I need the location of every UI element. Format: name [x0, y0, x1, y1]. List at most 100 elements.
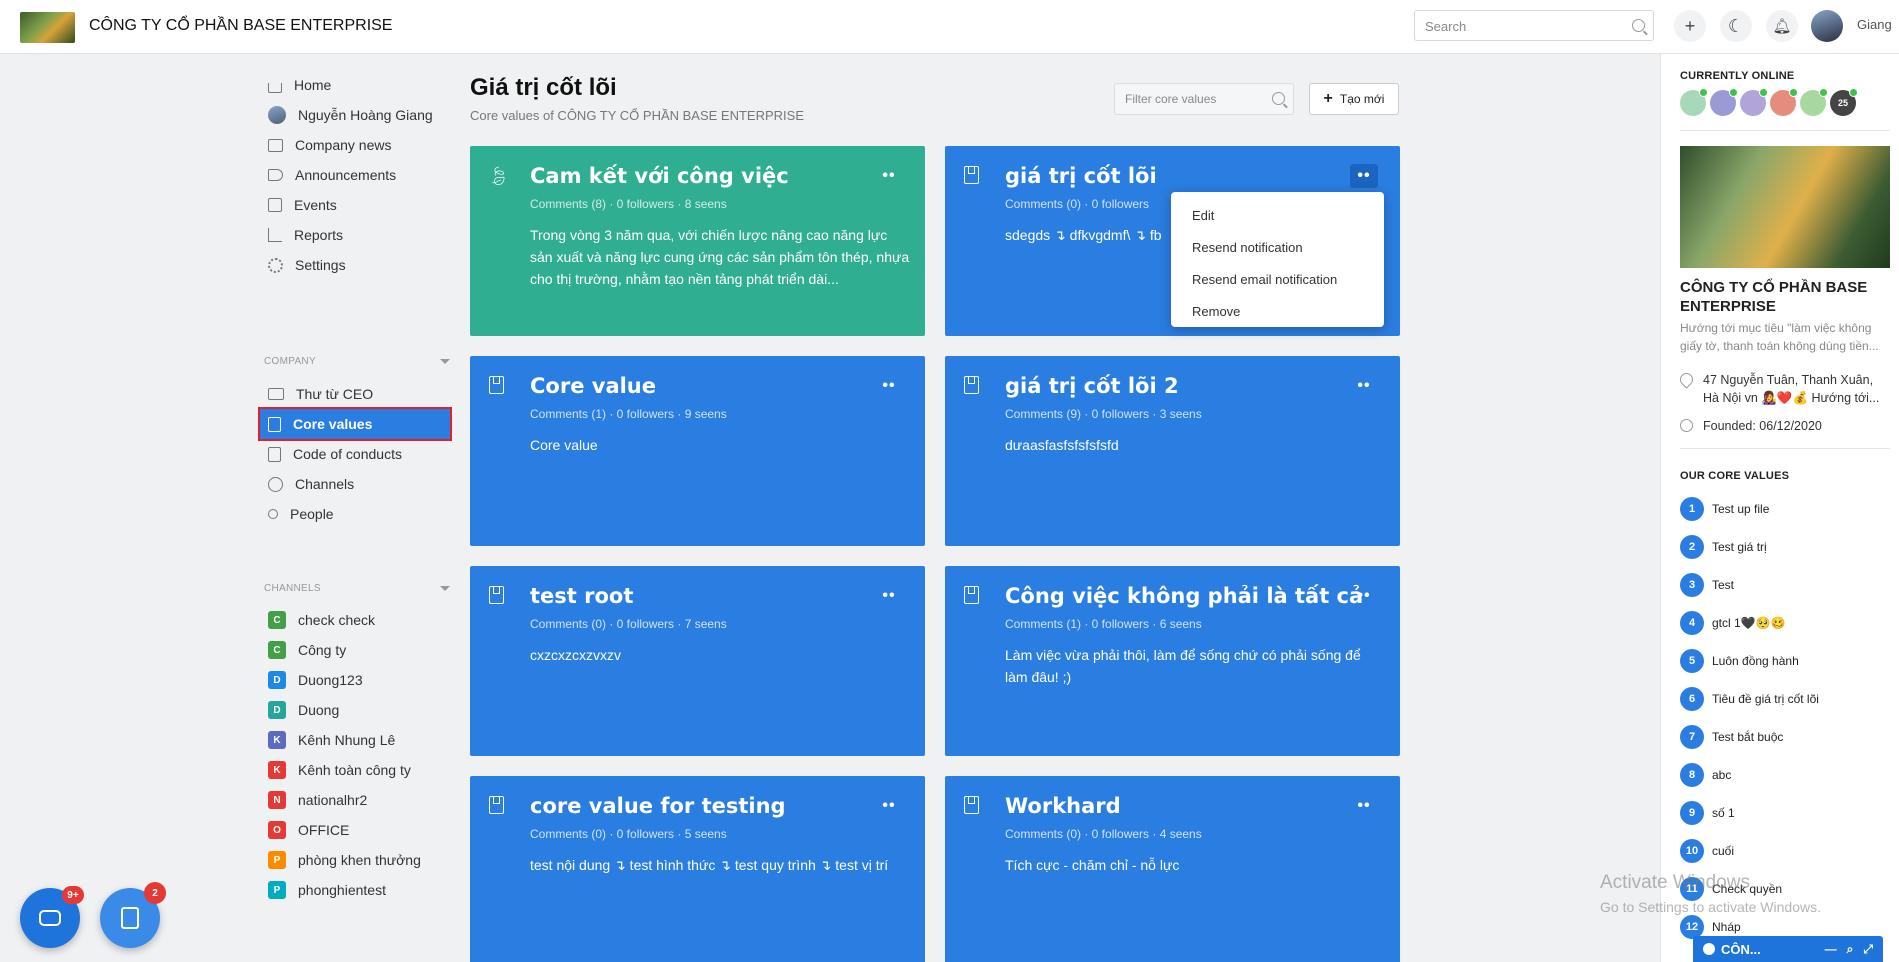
nav-reports[interactable]: Reports [260, 220, 450, 250]
company-title[interactable]: CÔNG TY CỔ PHẦN BASE ENTERPRISE [89, 17, 392, 35]
core-value-item[interactable]: 1 Test up file [1680, 497, 1769, 521]
channel-item[interactable]: Pphòng khen thưởng [260, 845, 450, 875]
channel-item[interactable]: Nnationalhr2 [260, 785, 450, 815]
megaphone-icon [268, 169, 283, 181]
search-icon[interactable]: ⌕ [1847, 942, 1854, 957]
more-options-icon[interactable]: •• [1350, 374, 1378, 398]
nav-channels[interactable]: Channels [260, 469, 450, 499]
nav-core-values[interactable]: Core values [258, 407, 452, 441]
card-meta: Comments (9) · 0 followers · 3 seens [1005, 407, 1202, 421]
more-options-icon[interactable]: •• [1350, 164, 1378, 188]
nav-settings[interactable]: Settings [260, 250, 450, 280]
more-options-icon[interactable]: •• [875, 584, 903, 608]
menu-item-resend-email[interactable]: Resend email notification [1171, 264, 1384, 296]
core-value-card[interactable]: Workhard Comments (0) · 0 followers · 4 … [945, 776, 1400, 962]
online-user-avatar[interactable] [1770, 88, 1798, 116]
core-value-item[interactable]: 10 cuối [1680, 839, 1734, 863]
channel-badge: P [268, 881, 286, 899]
channel-item[interactable]: O OFFICE [260, 815, 450, 845]
moon-icon[interactable]: ☾ [1720, 10, 1752, 42]
more-options-icon[interactable]: •• [1350, 584, 1378, 608]
nav-company-news[interactable]: Company news [260, 130, 450, 160]
channel-item[interactable]: Ccheck check [260, 605, 450, 635]
card-title[interactable]: core value for testing [530, 794, 786, 818]
channels-section-heading[interactable]: CHANNELS [264, 583, 450, 594]
filter-box[interactable] [1114, 83, 1294, 115]
channel-item[interactable]: K Kênh toàn công ty [260, 755, 450, 785]
core-value-item[interactable]: 8 abc [1680, 763, 1731, 787]
nav-home[interactable]: Home [260, 70, 450, 100]
online-user-avatar[interactable] [1710, 88, 1738, 116]
channel-item[interactable]: D Duong [260, 695, 450, 725]
mail-icon [268, 388, 284, 400]
nav-events[interactable]: Events [260, 190, 450, 220]
channel-item[interactable]: K Kênh Nhung Lê [260, 725, 450, 755]
nav-code-of-conducts[interactable]: Code of conducts [260, 439, 450, 469]
tasks-fab-button[interactable]: 2 [100, 882, 166, 948]
company-cover-image[interactable] [1680, 146, 1890, 268]
book-icon [268, 446, 281, 462]
company-section-heading[interactable]: COMPANY [264, 356, 450, 367]
core-value-item[interactable]: 4 gtcl 1🖤🥺🥴 [1680, 611, 1786, 635]
chat-fab-button[interactable]: 9+ [20, 886, 84, 948]
core-value-item[interactable]: 9 số 1 [1680, 801, 1735, 825]
card-title[interactable]: Cam kết với công việc [530, 164, 789, 188]
right-sidebar: CURRENTLY ONLINE 25 CÔNG TY CỔ PHẦN BASE… [1660, 54, 1899, 962]
menu-item-remove[interactable]: Remove [1171, 296, 1384, 328]
create-button[interactable]: + Tạo mới [1309, 83, 1399, 115]
channel-item[interactable]: Pphonghientest [260, 875, 450, 905]
chat-icon [39, 910, 61, 926]
nav-ceo-letters[interactable]: Thư từ CEO [260, 379, 450, 409]
plus-icon: + [1323, 90, 1333, 107]
more-options-icon[interactable]: •• [875, 164, 903, 188]
menu-item-edit[interactable]: Edit [1171, 200, 1384, 232]
expand-icon[interactable]: ⤢ [1863, 942, 1873, 957]
more-options-icon[interactable]: •• [1350, 794, 1378, 818]
online-more-count[interactable]: 25 [1830, 88, 1858, 116]
core-value-item[interactable]: 5 Luôn đồng hành [1680, 649, 1799, 673]
core-value-card[interactable]: test root Comments (0) · 0 followers · 7… [470, 566, 925, 756]
core-value-item[interactable]: 2 Test giá trị [1680, 535, 1767, 559]
card-title[interactable]: giá trị cốt lõi 2 [1005, 374, 1179, 398]
user-name[interactable]: Giang [1857, 17, 1892, 32]
nav-profile[interactable]: Nguyễn Hoàng Giang [260, 100, 450, 130]
filter-input[interactable] [1125, 92, 1265, 106]
card-meta: Comments (1) · 0 followers · 6 seens [1005, 617, 1202, 631]
core-value-card[interactable]: core value for testing Comments (0) · 0 … [470, 776, 925, 962]
search-box[interactable] [1414, 10, 1654, 41]
card-title[interactable]: Core value [530, 374, 656, 398]
core-value-item[interactable]: 6 Tiêu đề giá trị cốt lõi [1680, 687, 1819, 711]
card-options-menu: Edit Resend notification Resend email no… [1171, 192, 1384, 327]
nav-announcements[interactable]: Announcements [260, 160, 450, 190]
card-title[interactable]: test root [530, 584, 633, 608]
nav-people[interactable]: People [260, 499, 450, 529]
core-value-item[interactable]: 3 Test [1680, 573, 1734, 597]
channel-item[interactable]: C Công ty [260, 635, 450, 665]
minimize-icon[interactable]: — [1825, 942, 1837, 957]
online-user-avatar[interactable] [1740, 88, 1768, 116]
online-user-avatar[interactable] [1680, 88, 1708, 116]
menu-item-resend-notification[interactable]: Resend notification [1171, 232, 1384, 264]
company-logo[interactable] [20, 12, 75, 43]
more-options-icon[interactable]: •• [875, 374, 903, 398]
card-title[interactable]: giá trị cốt lõi [1005, 164, 1157, 188]
online-status [1849, 88, 1858, 97]
channel-item[interactable]: D Duong123 [260, 665, 450, 695]
sidebar-company-name[interactable]: CÔNG TY CỔ PHẦN BASE ENTERPRISE [1680, 278, 1890, 316]
company-description: Hướng tới mục tiêu "làm việc không giấy … [1680, 321, 1879, 353]
core-value-card[interactable]: giá trị cốt lõi 2 Comments (9) · 0 follo… [945, 356, 1400, 546]
card-title[interactable]: Công việc không phải là tất cả [1005, 584, 1363, 608]
search-input[interactable] [1425, 17, 1625, 35]
core-value-card[interactable]: Core value Comments (1) · 0 followers · … [470, 356, 925, 546]
gear-icon [268, 257, 283, 273]
card-title[interactable]: Workhard [1005, 794, 1121, 818]
bell-icon[interactable]: 🔔︎ [1766, 10, 1798, 42]
core-value-card[interactable]: 🍃︎ Cam kết với công việc Comments (8) · … [470, 146, 925, 336]
chat-bar[interactable]: CÔN... — ⌕ ⤢ [1693, 936, 1883, 962]
user-avatar[interactable] [1811, 10, 1843, 42]
core-value-item[interactable]: 7 Test bắt buộc [1680, 725, 1783, 749]
online-user-avatar[interactable] [1800, 88, 1828, 116]
core-value-card[interactable]: Công việc không phải là tất cả Comments … [945, 566, 1400, 756]
add-icon[interactable]: + [1674, 10, 1706, 42]
more-options-icon[interactable]: •• [875, 794, 903, 818]
